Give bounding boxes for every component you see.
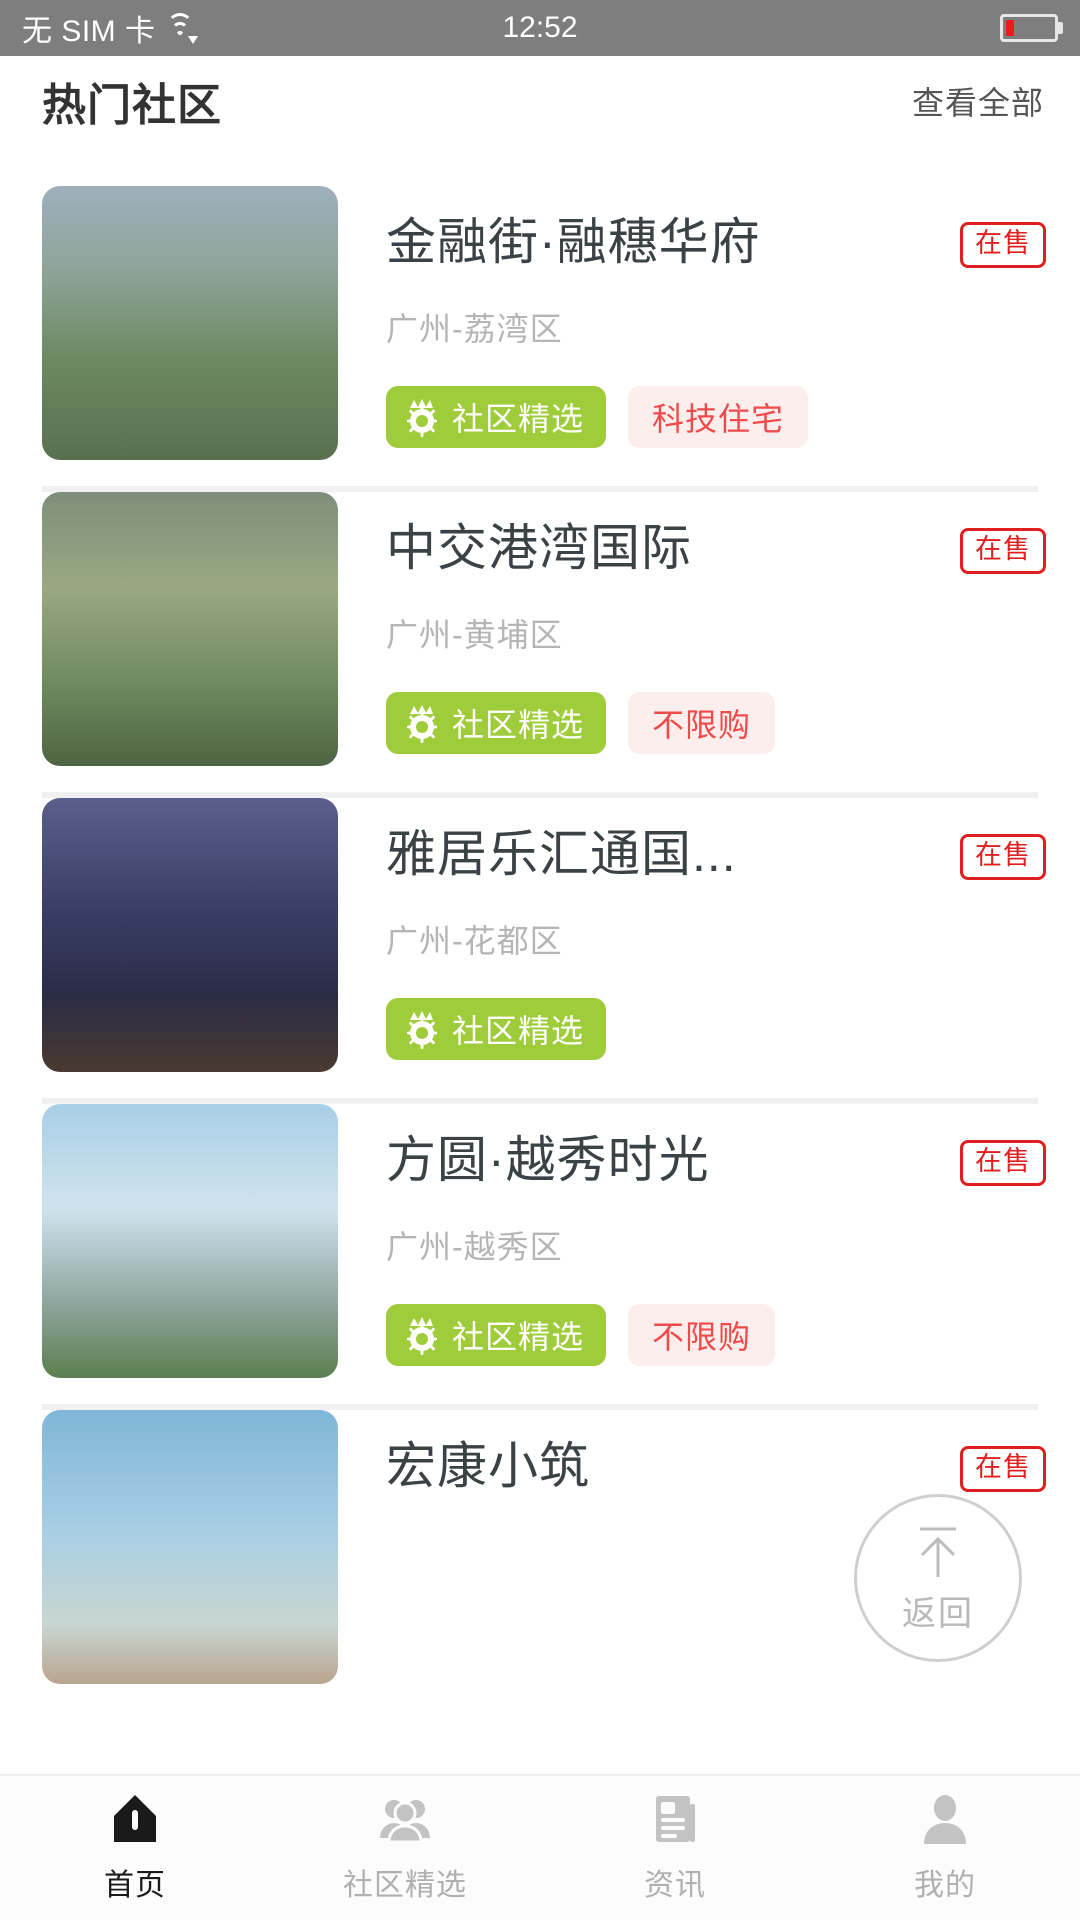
listing-name: 金融街·融穗华府 — [386, 202, 946, 274]
thumbnail-image — [42, 1104, 338, 1378]
listing-info: 中交港湾国际 广州-黄埔区 社区精选 不限购 — [338, 492, 1046, 754]
listing-list: 金融街·融穗华府 广州-荔湾区 社区精选 科技住宅 — [0, 146, 1080, 1710]
carrier-label: 无 SIM 卡 — [22, 6, 156, 50]
listing-row[interactable]: 方圆·越秀时光 广州-越秀区 社区精选 不限购 — [0, 1104, 1080, 1404]
listing-tags: 社区精选 — [386, 998, 1046, 1060]
tag-label: 科技住宅 — [652, 394, 784, 440]
see-all-button[interactable]: 查看全部 — [912, 78, 1044, 124]
listing-thumbnail[interactable] — [42, 492, 338, 766]
tag-attribute[interactable]: 科技住宅 — [628, 386, 808, 448]
thumbnail-image — [42, 492, 338, 766]
tag-label: 社区精选 — [452, 1006, 584, 1052]
status-badge: 在售 — [960, 834, 1046, 880]
home-icon — [108, 1792, 162, 1846]
listing-tags: 社区精选 不限购 — [386, 1304, 1046, 1366]
status-bar-left: 无 SIM 卡 — [22, 6, 195, 50]
listing-location: 广州-黄埔区 — [386, 610, 1046, 656]
wifi-icon — [165, 15, 195, 41]
status-badge: 在售 — [960, 1140, 1046, 1186]
person-icon — [918, 1792, 972, 1846]
listing-name: 方圆·越秀时光 — [386, 1120, 946, 1192]
flower-gear-icon — [402, 703, 442, 743]
listing-name: 雅居乐汇通国... — [386, 814, 946, 886]
bottom-tab-bar: 首页 社区精选 资讯 我的 — [0, 1774, 1080, 1920]
thumbnail-image — [42, 798, 338, 1072]
tag-label: 社区精选 — [452, 700, 584, 746]
tag-label: 不限购 — [652, 1312, 751, 1358]
tag-label: 社区精选 — [452, 394, 584, 440]
page-header: 热门社区 查看全部 — [0, 56, 1080, 146]
back-to-top-button[interactable]: 返回 — [854, 1494, 1022, 1662]
listing-row[interactable]: 中交港湾国际 广州-黄埔区 社区精选 不限购 — [0, 492, 1080, 792]
listing-tags: 社区精选 科技住宅 — [386, 386, 1046, 448]
listing-location: 广州-越秀区 — [386, 1222, 1046, 1268]
thumbnail-image — [42, 1410, 338, 1684]
status-badge: 在售 — [960, 1446, 1046, 1492]
listing-info: 宏康小筑 — [338, 1410, 1046, 1498]
listing-thumbnail[interactable] — [42, 1410, 338, 1684]
flower-gear-icon — [402, 397, 442, 437]
tag-attribute[interactable]: 不限购 — [628, 1304, 775, 1366]
status-bar: 无 SIM 卡 12:52 — [0, 0, 1080, 56]
battery-low-icon — [1000, 14, 1058, 42]
tag-featured[interactable]: 社区精选 — [386, 692, 606, 754]
thumbnail-image — [42, 186, 338, 460]
listing-info: 金融街·融穗华府 广州-荔湾区 社区精选 科技住宅 — [338, 186, 1046, 448]
tag-label: 社区精选 — [452, 1312, 584, 1358]
tab-news[interactable]: 资讯 — [540, 1792, 810, 1904]
listing-thumbnail[interactable] — [42, 186, 338, 460]
listing-thumbnail[interactable] — [42, 1104, 338, 1378]
listing-row[interactable]: 雅居乐汇通国... 广州-花都区 社区精选 在售 — [0, 798, 1080, 1098]
listing-name: 中交港湾国际 — [386, 508, 946, 580]
tab-people[interactable]: 社区精选 — [270, 1792, 540, 1904]
tag-featured[interactable]: 社区精选 — [386, 386, 606, 448]
back-to-top-label: 返回 — [902, 1586, 974, 1635]
listing-location: 广州-荔湾区 — [386, 304, 1046, 350]
tab-label: 资讯 — [644, 1860, 706, 1904]
listing-info: 雅居乐汇通国... 广州-花都区 社区精选 — [338, 798, 1046, 1060]
listing-scroll-area[interactable]: 金融街·融穗华府 广州-荔湾区 社区精选 科技住宅 — [0, 146, 1080, 1774]
listing-name: 宏康小筑 — [386, 1426, 946, 1498]
status-badge: 在售 — [960, 222, 1046, 268]
page-title: 热门社区 — [42, 69, 222, 133]
clock-label: 12:52 — [502, 11, 577, 45]
status-badge: 在售 — [960, 528, 1046, 574]
people-icon — [378, 1792, 432, 1846]
tag-label: 不限购 — [652, 700, 751, 746]
status-bar-right — [1000, 14, 1058, 42]
tag-attribute[interactable]: 不限购 — [628, 692, 775, 754]
tab-home[interactable]: 首页 — [0, 1792, 270, 1904]
listing-location: 广州-花都区 — [386, 916, 1046, 962]
flower-gear-icon — [402, 1009, 442, 1049]
tag-featured[interactable]: 社区精选 — [386, 1304, 606, 1366]
arrow-up-icon — [906, 1522, 970, 1582]
flower-gear-icon — [402, 1315, 442, 1355]
listing-row[interactable]: 金融街·融穗华府 广州-荔湾区 社区精选 科技住宅 — [0, 186, 1080, 486]
news-icon — [648, 1792, 702, 1846]
tab-label: 首页 — [104, 1860, 166, 1904]
listing-thumbnail[interactable] — [42, 798, 338, 1072]
listing-tags: 社区精选 不限购 — [386, 692, 1046, 754]
listing-info: 方圆·越秀时光 广州-越秀区 社区精选 不限购 — [338, 1104, 1046, 1366]
tab-label: 我的 — [914, 1860, 976, 1904]
tab-person[interactable]: 我的 — [810, 1792, 1080, 1904]
tag-featured[interactable]: 社区精选 — [386, 998, 606, 1060]
tab-label: 社区精选 — [343, 1860, 467, 1904]
